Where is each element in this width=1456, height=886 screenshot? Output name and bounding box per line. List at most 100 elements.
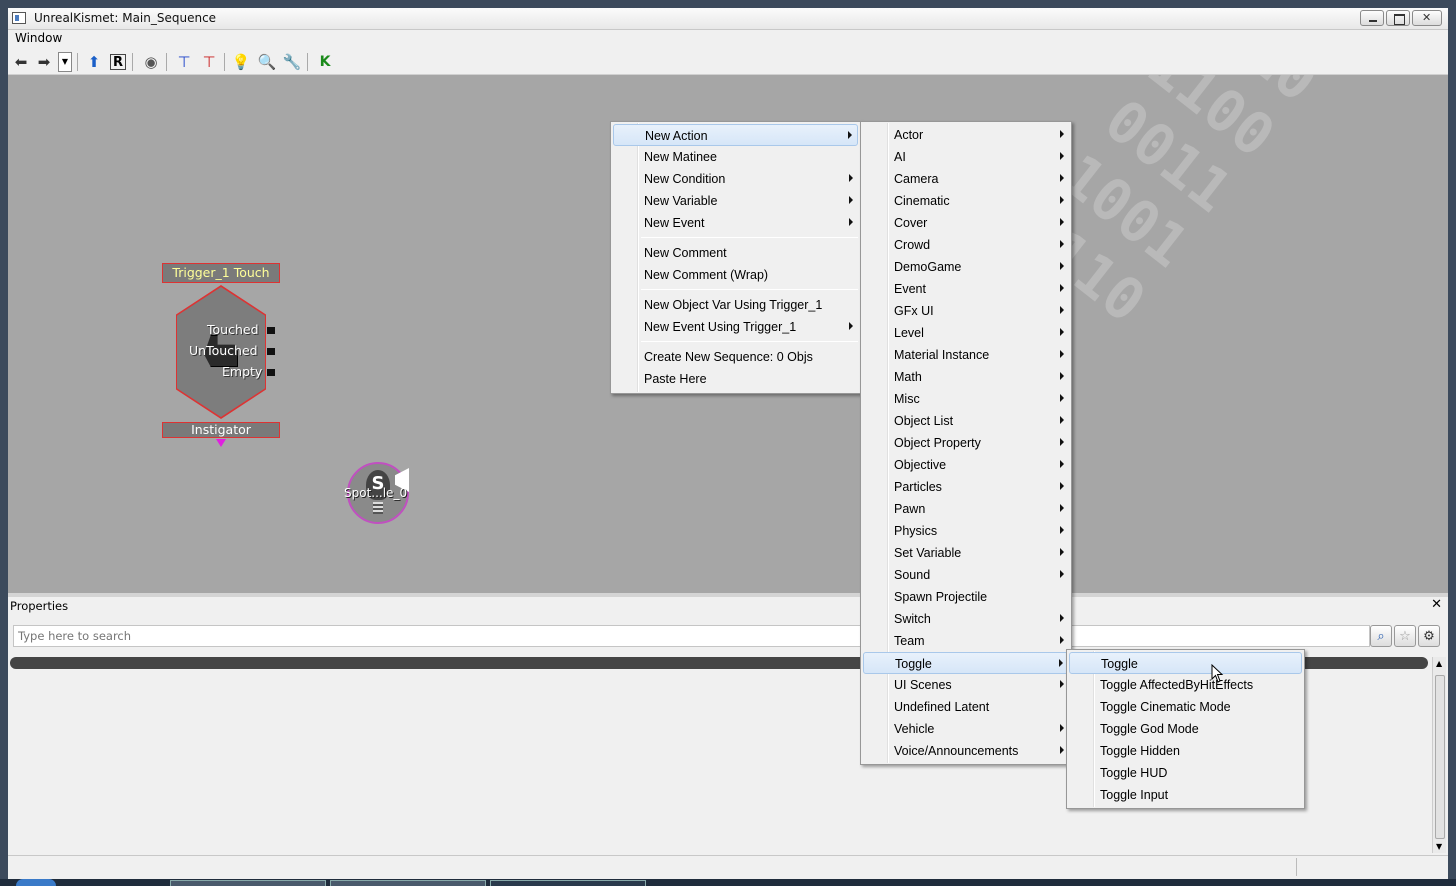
light-bulb-icon[interactable]: 💡 [231, 52, 251, 72]
context-menu-item-new-matinee[interactable]: New Matinee [613, 146, 858, 168]
action-menu-item-object-property[interactable]: Object Property [863, 432, 1069, 454]
context-menu-item-new-variable[interactable]: New Variable [613, 190, 858, 212]
action-menu-item-undefined-latent[interactable]: Undefined Latent [863, 696, 1069, 718]
unreal-kismet-window: UnrealKismet: Main_Sequence Window ⬅ ➡ ▼… [0, 0, 1456, 886]
close-icon[interactable]: ⊤ [199, 52, 219, 72]
context-menu-item-new-object-var-using-trigger-1[interactable]: New Object Var Using Trigger_1 [613, 294, 858, 316]
port-touched-connector[interactable] [267, 327, 275, 334]
action-menu-item-ai[interactable]: AI [863, 146, 1069, 168]
submenu-arrow-icon [1060, 746, 1064, 754]
context-menu-item-paste-here[interactable]: Paste Here [613, 368, 858, 390]
port-touched: Touched [207, 322, 259, 337]
trigger-node-title[interactable]: Trigger_1 Touch [162, 263, 280, 283]
action-menu-item-particles[interactable]: Particles [863, 476, 1069, 498]
action-menu-item-pawn[interactable]: Pawn [863, 498, 1069, 520]
search-icon[interactable]: ⌕ [1370, 625, 1392, 647]
wrench-icon[interactable]: 🔧 [282, 52, 302, 72]
action-menu-item-material-instance[interactable]: Material Instance [863, 344, 1069, 366]
scroll-down-icon[interactable]: ▼ [1436, 842, 1442, 851]
taskbar-button[interactable] [170, 880, 326, 886]
minimize-button[interactable] [1360, 10, 1384, 26]
forward-arrow-icon[interactable]: ➡ [34, 52, 54, 72]
action-menu-item-vehicle[interactable]: Vehicle [863, 718, 1069, 740]
action-menu-item-sound[interactable]: Sound [863, 564, 1069, 586]
action-menu-item-event[interactable]: Event [863, 278, 1069, 300]
action-menu-item-demogame[interactable]: DemoGame [863, 256, 1069, 278]
properties-scrollbar[interactable]: ▲ ▼ [1432, 657, 1446, 853]
search-icon[interactable]: 🔍 [257, 52, 277, 72]
action-menu-item-toggle[interactable]: Toggle [863, 652, 1069, 674]
taskbar-button[interactable] [330, 880, 486, 886]
submenu-arrow-icon [1060, 438, 1064, 446]
port-empty-connector[interactable] [267, 369, 275, 376]
toggle-menu-item-toggle-cinematic-mode[interactable]: Toggle Cinematic Mode [1069, 696, 1302, 718]
action-menu-item-label: Cover [894, 216, 928, 230]
action-menu-item-set-variable[interactable]: Set Variable [863, 542, 1069, 564]
toolbar-separator [307, 53, 308, 71]
submenu-arrow-icon [1060, 130, 1064, 138]
action-menu-item-cinematic[interactable]: Cinematic [863, 190, 1069, 212]
close-button[interactable] [1412, 10, 1442, 26]
submenu-arrow-icon [1060, 284, 1064, 292]
dropdown-icon[interactable]: ▼ [58, 52, 72, 72]
context-menu-item-label: New Event Using Trigger_1 [644, 320, 797, 334]
action-menu-item-object-list[interactable]: Object List [863, 410, 1069, 432]
start-button[interactable] [16, 879, 56, 886]
context-menu-item-new-comment-wrap[interactable]: New Comment (Wrap) [613, 264, 858, 286]
context-menu-item-new-comment[interactable]: New Comment [613, 242, 858, 264]
action-menu-item-math[interactable]: Math [863, 366, 1069, 388]
context-menu-item-create-new-sequence-0-objs[interactable]: Create New Sequence: 0 Objs [613, 346, 858, 368]
context-menu-item-new-event[interactable]: New Event [613, 212, 858, 234]
context-menu-item-new-condition[interactable]: New Condition [613, 168, 858, 190]
toggle-menu-item-toggle-god-mode[interactable]: Toggle God Mode [1069, 718, 1302, 740]
instigator-link-arrow[interactable] [216, 439, 226, 447]
trigger-node-instigator[interactable]: Instigator [162, 422, 280, 438]
action-menu-item-voice-announcements[interactable]: Voice/Announcements [863, 740, 1069, 762]
submenu-arrow-icon [1060, 328, 1064, 336]
action-menu-item-objective[interactable]: Objective [863, 454, 1069, 476]
scroll-up-icon[interactable]: ▲ [1436, 659, 1442, 668]
kismet-k-icon[interactable]: K [315, 52, 335, 72]
action-menu-item-switch[interactable]: Switch [863, 608, 1069, 630]
star-icon[interactable]: ☆ [1394, 625, 1416, 647]
action-menu-item-cover[interactable]: Cover [863, 212, 1069, 234]
toggle-menu-item-toggle-affectedbyhiteffects[interactable]: Toggle AffectedByHitEffects [1069, 674, 1302, 696]
submenu-arrow-icon [1060, 218, 1064, 226]
back-arrow-icon[interactable]: ⬅ [11, 52, 31, 72]
action-menu-item-label: UI Scenes [894, 678, 952, 692]
action-menu-item-team[interactable]: Team [863, 630, 1069, 652]
open-icon[interactable]: ⊤ [174, 52, 194, 72]
taskbar-button[interactable] [490, 880, 646, 886]
action-menu-item-gfx-ui[interactable]: GFx UI [863, 300, 1069, 322]
hide-icon[interactable]: ◉ [141, 52, 161, 72]
menu-window[interactable]: Window [15, 31, 62, 45]
action-menu-item-spawn-projectile[interactable]: Spawn Projectile [863, 586, 1069, 608]
rename-icon[interactable]: R [110, 54, 126, 70]
context-menu-item-new-event-using-trigger-1[interactable]: New Event Using Trigger_1 [613, 316, 858, 338]
wrench-icon[interactable]: ⚙ [1418, 625, 1440, 647]
toggle-menu-item-toggle[interactable]: Toggle [1069, 652, 1302, 674]
action-menu-item-crowd[interactable]: Crowd [863, 234, 1069, 256]
port-untouched-connector[interactable] [267, 348, 275, 355]
submenu-arrow-icon [1060, 394, 1064, 402]
action-menu-item-level[interactable]: Level [863, 322, 1069, 344]
action-menu-item-ui-scenes[interactable]: UI Scenes [863, 674, 1069, 696]
action-menu-item-physics[interactable]: Physics [863, 520, 1069, 542]
status-bar [8, 855, 1448, 879]
parent-sequence-icon[interactable]: ⬆ [84, 52, 104, 72]
context-menu-item-new-action[interactable]: New Action [613, 124, 858, 146]
action-menu-item-camera[interactable]: Camera [863, 168, 1069, 190]
action-menu-item-actor[interactable]: Actor [863, 124, 1069, 146]
scroll-thumb[interactable] [1435, 675, 1445, 839]
toggle-menu-item-toggle-input[interactable]: Toggle Input [1069, 784, 1302, 806]
toggle-menu-item-toggle-hud[interactable]: Toggle HUD [1069, 762, 1302, 784]
submenu-arrow-icon [1060, 196, 1064, 204]
title-bar[interactable]: UnrealKismet: Main_Sequence [8, 8, 1448, 30]
action-menu-item-misc[interactable]: Misc [863, 388, 1069, 410]
toggle-menu-item-toggle-hidden[interactable]: Toggle Hidden [1069, 740, 1302, 762]
maximize-button[interactable] [1386, 10, 1410, 26]
submenu-arrow-icon [849, 196, 853, 204]
properties-search-input[interactable] [13, 625, 1370, 647]
action-menu-item-label: Level [894, 326, 924, 340]
close-icon[interactable]: ✕ [1431, 597, 1442, 612]
